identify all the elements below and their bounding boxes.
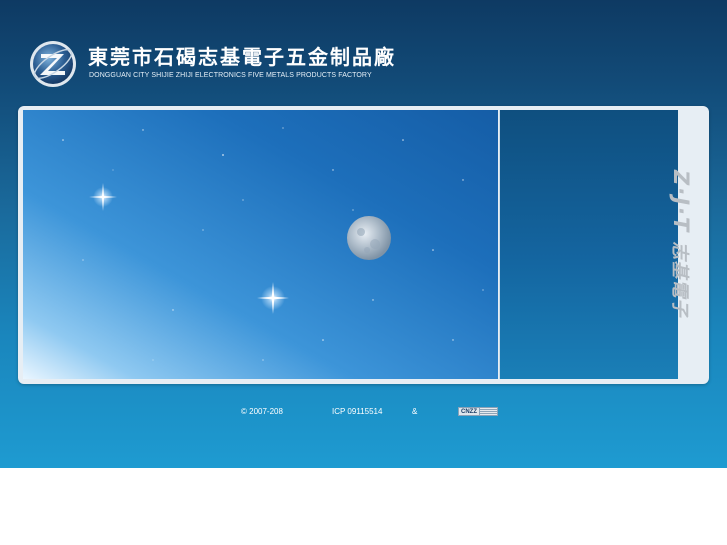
cnzz-badge[interactable]: CNZZ	[458, 407, 498, 416]
zj-globe-logo-icon[interactable]	[28, 39, 78, 89]
moon-icon	[347, 216, 391, 260]
icp-link[interactable]: ICP 09115514	[332, 407, 382, 416]
copyright-text: © 2007-208	[241, 407, 283, 416]
cnzz-badge-stripes	[480, 407, 498, 416]
side-panel	[499, 110, 678, 379]
starry-sky-banner	[23, 110, 498, 379]
vertical-brand: Z·J·T 志基電子	[669, 110, 709, 379]
brand-latin: Z·J·T	[669, 170, 693, 234]
ampersand-text: &	[412, 407, 418, 416]
brand-cn: 志基電子	[669, 241, 690, 318]
company-name-cn: 東莞市石碣志基電子五金制品廠	[88, 45, 396, 69]
company-name-en: DONGGUAN CITY SHIJIE ZHIJI ELECTRONICS F…	[89, 72, 372, 79]
cnzz-badge-label: CNZZ	[458, 407, 480, 416]
